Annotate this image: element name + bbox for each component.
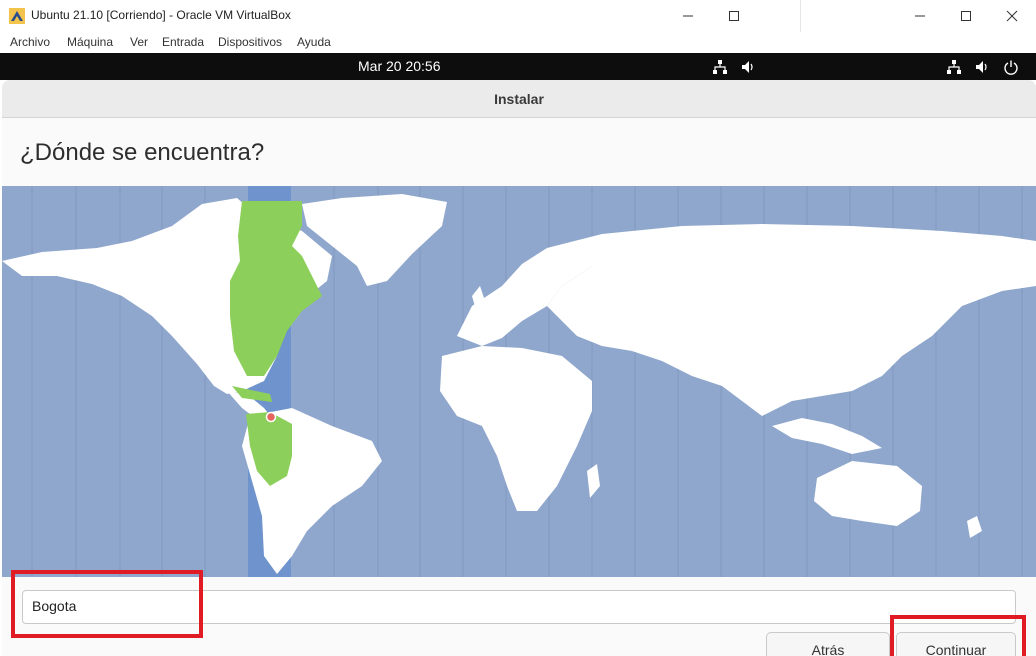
page-title: ¿Dónde se encuentra?	[20, 139, 265, 166]
selected-city-marker	[265, 411, 277, 423]
power-icon[interactable]	[1003, 59, 1019, 75]
vm-title-bar: Ubuntu 21.10 [Corriendo] - Oracle VM Vir…	[0, 0, 1036, 32]
menu-entrada[interactable]: Entrada	[162, 35, 204, 49]
menu-archivo[interactable]: Archivo	[10, 35, 50, 49]
ubuntu-top-panel: Mar 20 20:56	[0, 53, 1036, 80]
panel-clock[interactable]: Mar 20 20:56	[358, 58, 441, 74]
maximize-icon[interactable]	[943, 0, 989, 32]
title-divider	[800, 0, 801, 32]
menu-ver[interactable]: Ver	[130, 35, 148, 49]
installer-window-title: Instalar	[494, 91, 544, 107]
annotation-highlight-timezone	[11, 570, 203, 638]
minimize-icon[interactable]	[897, 0, 943, 32]
menu-maquina[interactable]: Máquina	[67, 35, 113, 49]
network-icon[interactable]	[712, 59, 728, 75]
maximize-icon[interactable]	[711, 0, 757, 32]
close-icon[interactable]	[989, 0, 1035, 32]
menu-ayuda[interactable]: Ayuda	[297, 35, 331, 49]
minimize-icon[interactable]	[665, 0, 711, 32]
back-button[interactable]: Atrás	[766, 632, 890, 656]
annotation-highlight-continue	[890, 615, 1026, 656]
vm-menu-bar: Archivo Máquina Ver Entrada Dispositivos…	[0, 32, 1036, 53]
volume-icon[interactable]	[974, 59, 990, 75]
volume-icon[interactable]	[740, 59, 756, 75]
menu-dispositivos[interactable]: Dispositivos	[218, 35, 282, 49]
world-map-graphic[interactable]	[2, 186, 1036, 577]
vm-window-title: Ubuntu 21.10 [Corriendo] - Oracle VM Vir…	[31, 8, 291, 22]
virtualbox-app-icon	[9, 8, 25, 24]
network-icon[interactable]	[946, 59, 962, 75]
timezone-map[interactable]	[2, 186, 1036, 577]
installer-header: Instalar	[2, 80, 1036, 118]
